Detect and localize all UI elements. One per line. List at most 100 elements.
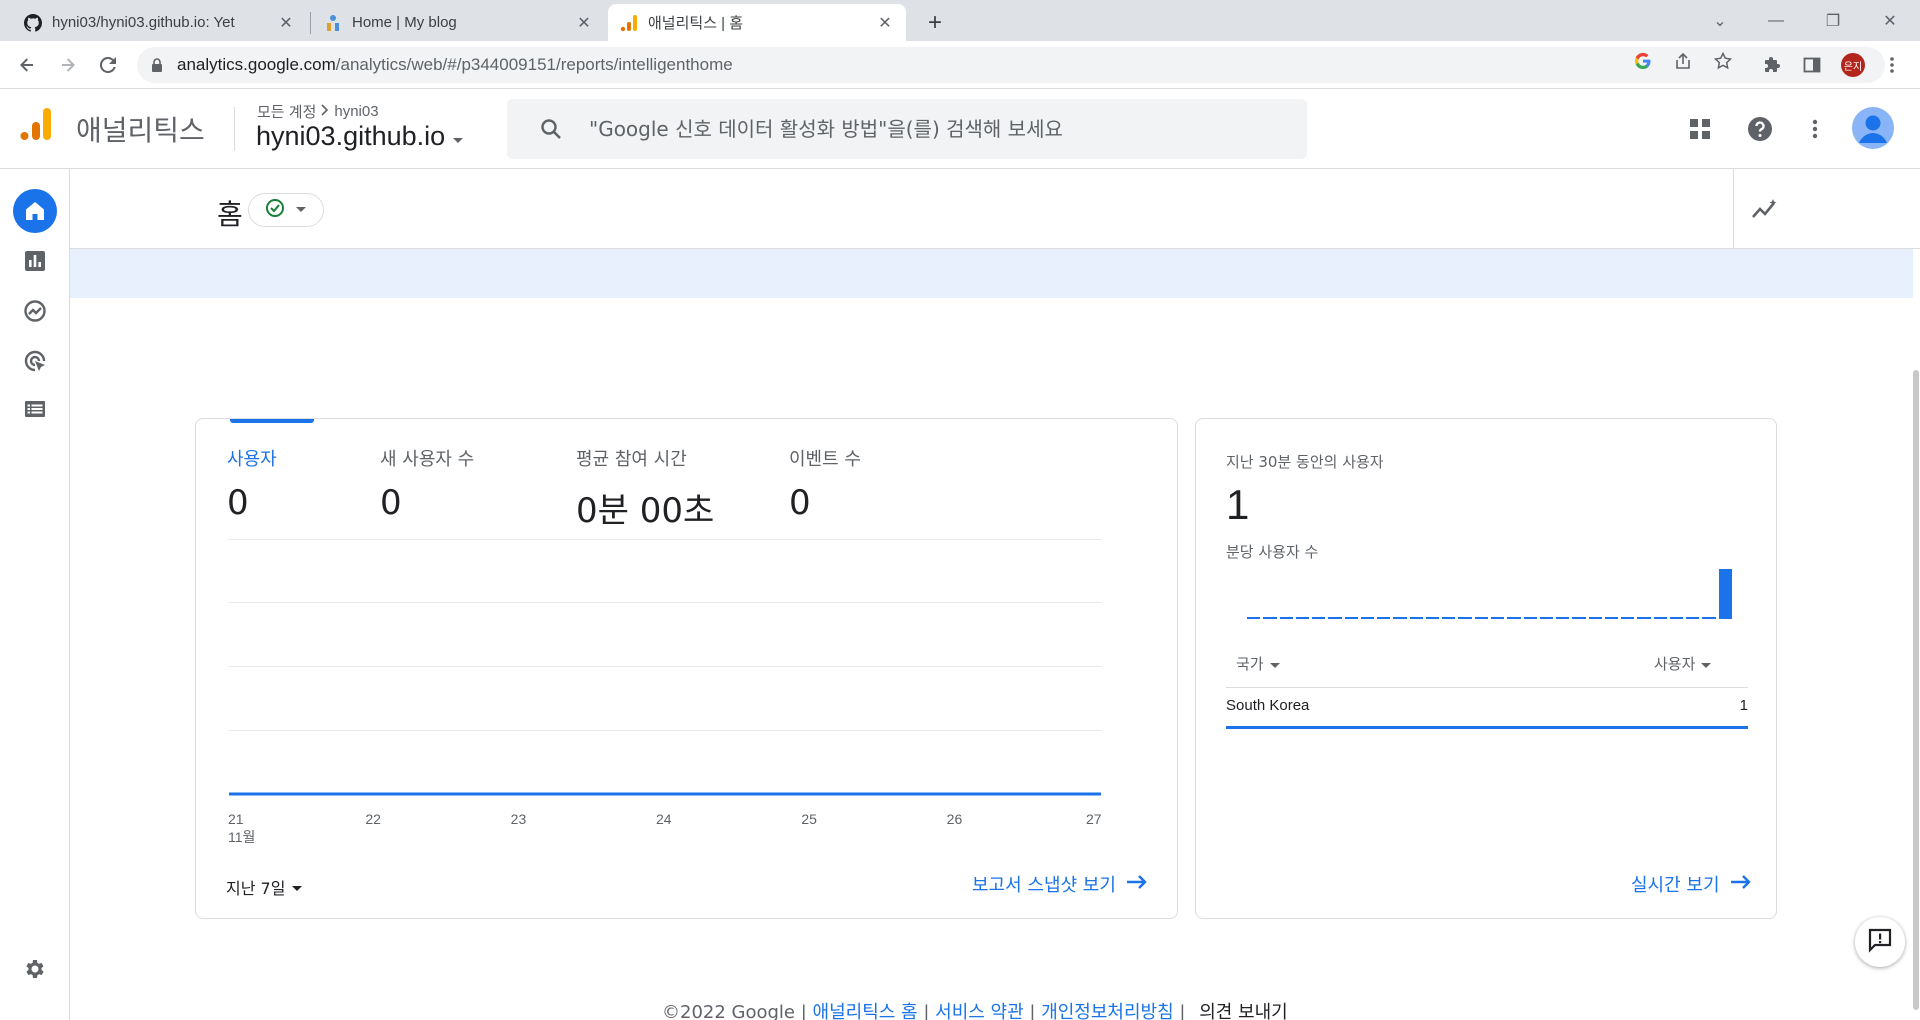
x-tick-label: 27 <box>1086 811 1102 827</box>
restore-icon[interactable]: ❐ <box>1813 6 1853 36</box>
browser-toolbar: analytics.google.com/analytics/web/#/p34… <box>0 41 1920 89</box>
footer-link-terms[interactable]: 서비스 약관 <box>935 1002 1024 1020</box>
per-minute-bar[interactable] <box>1344 617 1358 619</box>
per-minute-bar[interactable] <box>1572 617 1586 619</box>
per-minute-bar[interactable] <box>1588 617 1602 619</box>
per-minute-bar[interactable] <box>1409 617 1423 619</box>
property-selector[interactable]: hyni03.github.io <box>256 121 465 152</box>
users-cell: 1 <box>1739 697 1748 714</box>
footer-link-home[interactable]: 애널리틱스 홈 <box>813 1002 918 1020</box>
notice-band <box>70 249 1913 298</box>
apps-grid-icon[interactable] <box>1684 113 1716 145</box>
per-minute-bar[interactable] <box>1263 617 1277 619</box>
per-minute-bar[interactable] <box>1295 617 1310 619</box>
search-bar[interactable] <box>507 99 1307 159</box>
browser-tab[interactable]: Home | My blog ✕ <box>312 4 605 41</box>
footer-feedback[interactable]: 의견 보내기 <box>1199 1002 1288 1020</box>
footer-link-privacy[interactable]: 개인정보처리방침 <box>1041 1002 1173 1020</box>
per-minute-bar[interactable] <box>1702 617 1716 619</box>
per-minute-bar[interactable] <box>1442 617 1456 619</box>
per-minute-bar[interactable] <box>1637 617 1651 619</box>
home-icon[interactable] <box>13 189 57 233</box>
per-minute-bar[interactable] <box>1377 617 1391 619</box>
close-icon[interactable]: ✕ <box>876 14 894 32</box>
per-minute-bar[interactable] <box>1507 617 1521 619</box>
per-minute-bar[interactable] <box>1360 617 1375 619</box>
per-minute-bar[interactable] <box>1393 617 1407 619</box>
metric-tab-new-users[interactable]: 새 사용자 수 0 <box>380 445 474 523</box>
reload-icon[interactable] <box>93 50 123 80</box>
share-icon[interactable] <box>1672 50 1694 72</box>
side-panel-icon[interactable] <box>1800 53 1824 77</box>
browser-tab-active[interactable]: 애널리틱스 | 홈 ✕ <box>608 4 906 41</box>
dropdown-arrow-icon <box>295 201 307 219</box>
per-minute-bar[interactable] <box>1312 617 1326 619</box>
page-scrollbar[interactable] <box>1913 370 1919 1010</box>
per-minute-bar[interactable] <box>1458 617 1472 619</box>
close-icon[interactable]: ✕ <box>575 14 593 32</box>
user-avatar[interactable] <box>1852 107 1894 149</box>
advertising-icon[interactable] <box>13 339 57 383</box>
brand-name[interactable]: 애널리틱스 <box>76 109 205 149</box>
per-minute-bar[interactable] <box>1279 617 1293 619</box>
per-minute-bar[interactable] <box>1718 569 1732 619</box>
analytics-header: 애널리틱스 모든 계정 hyni03 hyni03.github.io <box>0 89 1920 169</box>
per-minute-bar[interactable] <box>1669 617 1684 619</box>
search-input[interactable] <box>589 117 1289 141</box>
browser-tab[interactable]: hyni03/hyni03.github.io: Yet ✕ <box>12 4 307 41</box>
analytics-logo-icon[interactable] <box>20 107 52 141</box>
metric-tab-event-count[interactable]: 이벤트 수 0 <box>789 445 861 523</box>
per-minute-bar[interactable] <box>1474 617 1488 619</box>
date-range-selector[interactable]: 지난 7일 <box>226 875 303 899</box>
per-minute-bar[interactable] <box>1653 617 1667 619</box>
forward-icon[interactable] <box>53 50 83 80</box>
per-minute-bar[interactable] <box>1621 617 1635 619</box>
back-icon[interactable] <box>12 50 42 80</box>
column-label: 사용자 <box>1654 655 1696 673</box>
extensions-icon[interactable] <box>1760 53 1784 77</box>
per-minute-bar[interactable] <box>1539 617 1554 619</box>
close-icon[interactable]: ✕ <box>277 14 295 32</box>
view-realtime-link[interactable]: 실시간 보기 <box>1631 871 1752 897</box>
per-minute-bar[interactable] <box>1556 617 1570 619</box>
help-icon[interactable] <box>1744 113 1776 145</box>
settings-gear-icon[interactable] <box>13 947 57 991</box>
table-divider <box>1226 687 1748 688</box>
users-column-header[interactable]: 사용자 <box>1654 653 1712 674</box>
view-snapshot-link[interactable]: 보고서 스냅샷 보기 <box>972 871 1148 897</box>
bookmark-star-icon[interactable] <box>1712 50 1734 72</box>
overview-card: 사용자 0 새 사용자 수 0 평균 참여 시간 0분 00초 이벤트 수 0 … <box>195 418 1178 919</box>
window-close-icon[interactable]: ✕ <box>1870 6 1910 36</box>
per-minute-bar[interactable] <box>1686 617 1700 619</box>
per-minute-bar[interactable] <box>1491 617 1505 619</box>
new-tab-button[interactable]: + <box>920 8 950 38</box>
insights-icon[interactable] <box>1745 189 1785 229</box>
per-minute-bar[interactable] <box>1247 617 1261 619</box>
per-minute-bar[interactable] <box>1328 617 1342 619</box>
status-dropdown[interactable] <box>248 193 324 227</box>
table-row[interactable]: South Korea 1 <box>1226 697 1748 714</box>
row-share-bar <box>1226 726 1748 729</box>
tab-search-icon[interactable]: ⌄ <box>1700 6 1740 36</box>
account-breadcrumb[interactable]: 모든 계정 hyni03 <box>257 101 379 122</box>
per-minute-bar[interactable] <box>1604 617 1619 619</box>
metric-tab-engagement-time[interactable]: 평균 참여 시간 0분 00초 <box>576 445 714 532</box>
configure-list-icon[interactable] <box>13 387 57 431</box>
analytics-icon <box>620 14 638 32</box>
more-vert-icon[interactable] <box>1799 113 1831 145</box>
browser-profile-avatar[interactable]: 은지 <box>1841 53 1865 77</box>
browser-menu-icon[interactable] <box>1880 53 1904 77</box>
per-minute-bar[interactable] <box>1523 617 1537 619</box>
feedback-button[interactable] <box>1855 917 1905 967</box>
country-column-header[interactable]: 국가 <box>1236 653 1280 674</box>
check-circle-icon <box>265 198 285 223</box>
metric-tab-users[interactable]: 사용자 0 <box>227 445 277 523</box>
x-tick-label: 23 <box>510 811 527 827</box>
lock-icon[interactable] <box>151 58 163 72</box>
address-bar[interactable]: analytics.google.com/analytics/web/#/p34… <box>137 47 1885 83</box>
reports-icon[interactable] <box>13 239 57 283</box>
explore-icon[interactable] <box>13 289 57 333</box>
minimize-icon[interactable]: — <box>1756 6 1796 36</box>
google-lens-icon[interactable] <box>1632 50 1654 72</box>
per-minute-bar[interactable] <box>1425 617 1440 619</box>
